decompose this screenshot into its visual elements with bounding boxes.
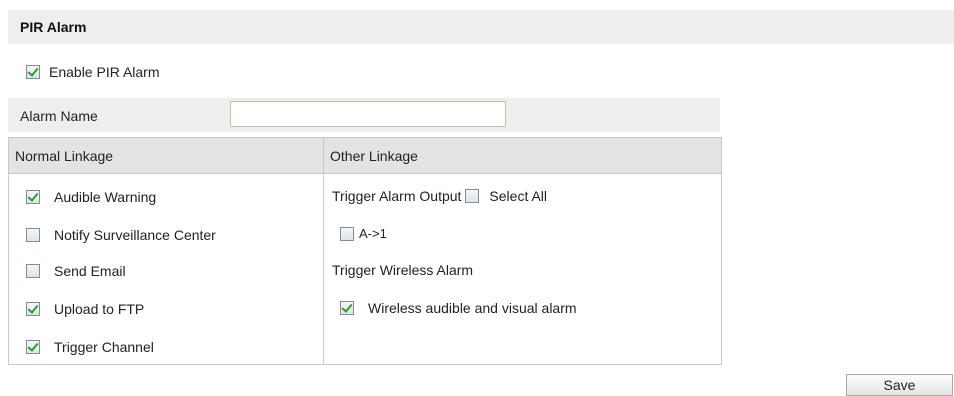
linkage-table: Normal Linkage Other Linkage xyxy=(8,137,722,365)
wireless-alarm-checkbox[interactable] xyxy=(340,301,354,315)
send-email-label: Send Email xyxy=(54,263,126,279)
normal-linkage-header-label: Normal Linkage xyxy=(15,147,114,164)
alarm-name-input[interactable] xyxy=(230,101,506,127)
column-divider xyxy=(323,138,324,364)
other-linkage-header-label: Other Linkage xyxy=(330,147,418,164)
enable-pir-checkbox[interactable] xyxy=(26,65,40,79)
trigger-wireless-label: Trigger Wireless Alarm xyxy=(332,262,474,278)
trigger-channel-label: Trigger Channel xyxy=(54,339,154,355)
output-a1-checkbox[interactable] xyxy=(340,226,354,241)
wireless-alarm-label: Wireless audible and visual alarm xyxy=(368,300,577,316)
send-email-option[interactable]: Send Email xyxy=(26,263,126,279)
send-email-checkbox[interactable] xyxy=(26,264,40,278)
upload-ftp-label: Upload to FTP xyxy=(54,301,145,317)
trigger-alarm-output-row: Trigger Alarm Output Select All xyxy=(332,188,547,204)
trigger-channel-checkbox[interactable] xyxy=(26,340,40,354)
upload-ftp-checkbox[interactable] xyxy=(26,302,40,316)
notify-center-checkbox[interactable] xyxy=(26,228,40,242)
save-button[interactable]: Save xyxy=(846,374,953,396)
upload-ftp-option[interactable]: Upload to FTP xyxy=(26,301,144,317)
audible-warning-option[interactable]: Audible Warning xyxy=(26,189,156,205)
normal-linkage-header: Normal Linkage xyxy=(9,138,323,174)
select-all-checkbox[interactable] xyxy=(465,189,480,203)
section-title-bar: PIR Alarm xyxy=(8,10,954,44)
alarm-name-label: Alarm Name xyxy=(20,108,98,124)
trigger-channel-option[interactable]: Trigger Channel xyxy=(26,339,154,355)
select-all-label: Select All xyxy=(489,188,548,204)
output-a1-label: A->1 xyxy=(359,226,387,241)
notify-center-option[interactable]: Notify Surveillance Center xyxy=(26,227,216,243)
output-a1-option[interactable]: A->1 xyxy=(340,226,387,241)
wireless-alarm-option[interactable]: Wireless audible and visual alarm xyxy=(340,300,577,316)
page-title: PIR Alarm xyxy=(20,19,87,35)
audible-warning-label: Audible Warning xyxy=(54,189,157,205)
enable-pir-alarm[interactable]: Enable PIR Alarm xyxy=(26,64,160,80)
notify-center-label: Notify Surveillance Center xyxy=(54,227,216,243)
other-linkage-header: Other Linkage xyxy=(324,138,721,174)
trigger-alarm-output-label: Trigger Alarm Output xyxy=(332,188,462,204)
audible-warning-checkbox[interactable] xyxy=(26,190,40,204)
enable-pir-label: Enable PIR Alarm xyxy=(49,64,160,80)
